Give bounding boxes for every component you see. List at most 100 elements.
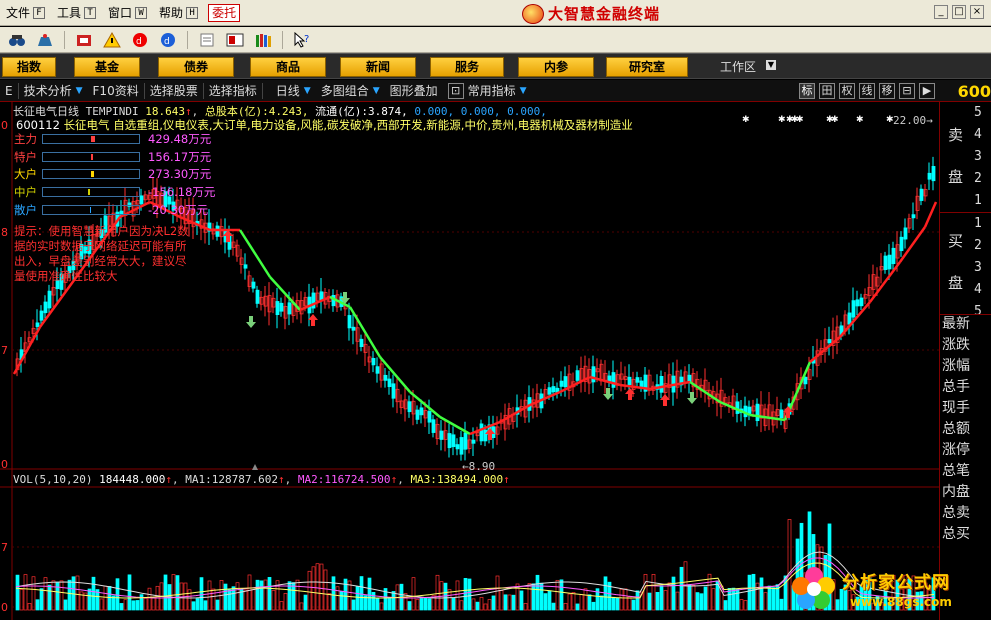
func-select-stock[interactable]: 选择股票: [145, 82, 203, 100]
nav-fund-button[interactable]: 基金: [74, 57, 140, 77]
candle-body: [275, 301, 280, 316]
menu-file[interactable]: 文件 F: [0, 3, 51, 23]
func-technical-analysis[interactable]: 技术分析 ▼: [19, 82, 88, 100]
func-common-indicators-label: 常用指标: [467, 83, 516, 98]
fund-bar: [42, 133, 140, 144]
candle-body: [859, 297, 864, 307]
dropdown-arrow-icon: ▼: [303, 85, 311, 96]
volume-bar: [531, 583, 536, 611]
func-first[interactable]: E: [0, 82, 18, 100]
chart-area[interactable]: ✱ ✱ ✱ ✱ ✱ ✱ ✱ ✱ ✱ 087070 长征电气日线 TEMPINDI 18.643↑…: [0, 102, 940, 620]
workspace-dropdown-icon[interactable]: ▼: [766, 60, 776, 70]
tab-change[interactable]: 涨跌: [942, 335, 989, 356]
nav-commodity-button[interactable]: 商品: [250, 57, 326, 77]
tab-total-trades[interactable]: 总笔: [942, 461, 989, 482]
nav-research-button[interactable]: 研究室: [606, 57, 688, 77]
nav-insider-button[interactable]: 内参: [518, 57, 594, 77]
vol-value: 184448.000: [99, 473, 166, 486]
grid-icon[interactable]: 田: [819, 82, 835, 99]
volume-bar: [359, 576, 364, 611]
sell-level: 5: [974, 105, 982, 120]
warning-icon[interactable]: [101, 30, 123, 50]
menu-help[interactable]: 帮助 H: [153, 3, 204, 23]
brand-title: 大智慧金融终端: [548, 5, 661, 23]
move-icon[interactable]: 移: [879, 82, 895, 99]
document-icon[interactable]: [196, 30, 218, 50]
volume-bar: [615, 597, 620, 611]
fund-value: -156.18万元: [148, 184, 216, 199]
menu-window[interactable]: 窗口 W: [102, 3, 153, 23]
books-icon[interactable]: [252, 30, 274, 50]
nav-bond-button[interactable]: 债券: [158, 57, 234, 77]
tab-change-pct[interactable]: 涨幅: [942, 356, 989, 377]
nav-service-button[interactable]: 服务: [430, 57, 504, 77]
rights-icon[interactable]: 权: [839, 82, 855, 99]
func-select-stock-label: 选择股票: [149, 83, 198, 98]
vol-label: VOL(5,10,20): [13, 473, 93, 486]
volume-bar: [455, 580, 460, 611]
screen-icon[interactable]: [224, 30, 246, 50]
volume-bar: [443, 582, 448, 611]
y-tick-label: 7: [1, 541, 8, 554]
func-overlay[interactable]: 图形叠加: [385, 82, 443, 100]
mark-icon[interactable]: 标: [799, 82, 815, 99]
volume-bar: [243, 589, 248, 611]
func-daily-label: 日线: [275, 83, 300, 98]
volume-bar: [403, 593, 408, 611]
tab-total-amount[interactable]: 总额: [942, 419, 989, 440]
help-pointer-icon[interactable]: ?: [291, 30, 313, 50]
func-common-indicators[interactable]: ⊡ 常用指标 ▼: [443, 82, 532, 100]
menu-tools[interactable]: 工具 T: [51, 3, 102, 23]
tool-red-icon[interactable]: [73, 30, 95, 50]
volume-bar: [679, 566, 684, 611]
candle-body: [855, 299, 860, 307]
red-disc-icon[interactable]: d: [129, 30, 151, 50]
maximize-button[interactable]: □: [952, 5, 966, 19]
tab-inner-volume[interactable]: 内盘: [942, 482, 989, 503]
candle-body: [47, 290, 52, 309]
line-icon[interactable]: 线: [859, 82, 875, 99]
tab-total-sell[interactable]: 总卖: [942, 503, 989, 524]
func-daily[interactable]: 日线 ▼: [271, 82, 316, 100]
tab-total-volume[interactable]: 总手: [942, 377, 989, 398]
candle-body: [383, 374, 388, 381]
fund-row-large: 大户 273.30万元: [14, 165, 215, 183]
volume-bar: [547, 590, 552, 611]
func-select-indicator[interactable]: 选择指标: [204, 82, 262, 100]
fund-label: 大户: [14, 167, 37, 182]
sell-signal-arrow-icon: [687, 392, 697, 404]
volume-bar: [771, 587, 776, 611]
tab-limit-up[interactable]: 涨停: [942, 440, 989, 461]
volume-bar: [451, 597, 456, 611]
volume-bar: [255, 579, 260, 611]
ma1-value: 128787.602: [211, 473, 278, 486]
tab-total-buy[interactable]: 总买: [942, 524, 989, 545]
func-first-label: E: [5, 83, 13, 98]
volume-bar: [279, 601, 284, 611]
alarm-icon[interactable]: [34, 30, 56, 50]
fund-row-special: 特户 156.17万元: [14, 148, 215, 166]
volume-bar: [735, 589, 740, 611]
minimize-button[interactable]: _: [934, 5, 948, 19]
workspace-label[interactable]: 工作区: [720, 58, 756, 75]
play-icon[interactable]: ▶: [919, 82, 935, 99]
tab-current-volume[interactable]: 现手: [942, 398, 989, 419]
candle-body: [851, 300, 856, 318]
func-f10[interactable]: F10资料: [88, 82, 144, 100]
volume-bar: [587, 594, 592, 611]
volume-bar: [591, 601, 596, 611]
sell-level: 2: [974, 171, 982, 186]
weituo-button[interactable]: 委托: [208, 3, 241, 22]
candle-body: [471, 439, 476, 444]
collapse-icon[interactable]: ⊟: [899, 82, 915, 99]
volume-bar: [731, 587, 736, 611]
volume-bar: [99, 598, 104, 611]
nav-index-button[interactable]: 指数: [2, 57, 56, 77]
func-multi-chart[interactable]: 多图组合 ▼: [316, 82, 385, 100]
tab-latest[interactable]: 最新: [942, 314, 989, 335]
binoculars-icon[interactable]: [6, 30, 28, 50]
candle-body: [483, 429, 488, 442]
close-button[interactable]: ×: [970, 5, 984, 19]
nav-news-button[interactable]: 新闻: [340, 57, 416, 77]
blue-disc-icon[interactable]: d: [157, 30, 179, 50]
